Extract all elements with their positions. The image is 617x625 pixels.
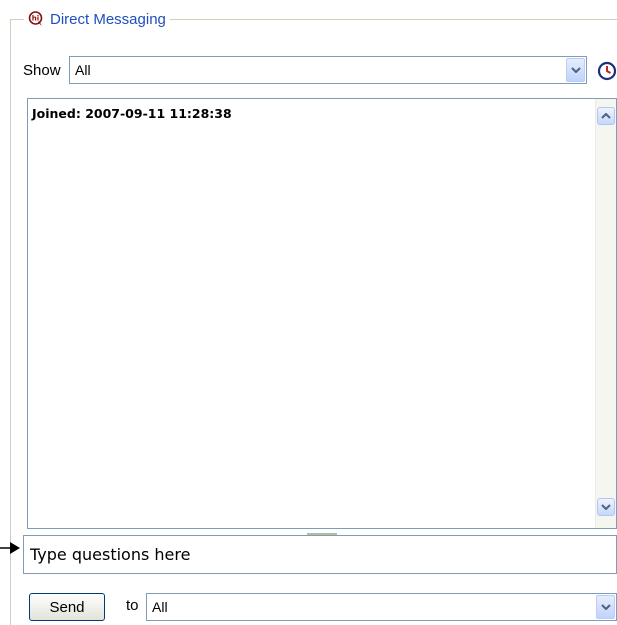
svg-text:hi: hi: [32, 15, 39, 23]
chevron-down-icon: [570, 67, 581, 73]
show-filter-select[interactable]: All: [69, 56, 587, 84]
direct-messaging-panel: hi Direct Messaging Show All Joined: 200…: [0, 0, 617, 625]
recipient-value: All: [152, 599, 168, 615]
show-filter-dropdown-button[interactable]: [566, 58, 585, 82]
show-label: Show: [23, 62, 61, 79]
message-log[interactable]: Joined: 2007-09-11 11:28:38: [27, 98, 617, 529]
to-label: to: [126, 597, 139, 614]
message-line: Joined: 2007-09-11 11:28:38: [32, 106, 232, 121]
pointer-arrow-icon: [0, 542, 20, 554]
panel-title: Direct Messaging: [50, 10, 166, 28]
recipient-dropdown-button[interactable]: [596, 595, 615, 619]
question-input[interactable]: [23, 535, 617, 574]
chevron-down-icon: [601, 504, 611, 510]
group-border-left: [10, 19, 11, 625]
scroll-up-button[interactable]: [597, 107, 615, 125]
scroll-down-button[interactable]: [597, 498, 615, 516]
chevron-up-icon: [601, 113, 611, 119]
show-filter-value: All: [75, 62, 91, 78]
chat-bubble-icon: hi: [28, 11, 43, 26]
send-button[interactable]: Send: [29, 593, 105, 621]
recipient-select[interactable]: All: [146, 593, 617, 621]
chevron-down-icon: [600, 604, 611, 610]
clock-history-icon[interactable]: [596, 60, 617, 81]
message-log-scrollbar[interactable]: [595, 99, 616, 528]
panel-header: hi Direct Messaging: [24, 8, 170, 30]
